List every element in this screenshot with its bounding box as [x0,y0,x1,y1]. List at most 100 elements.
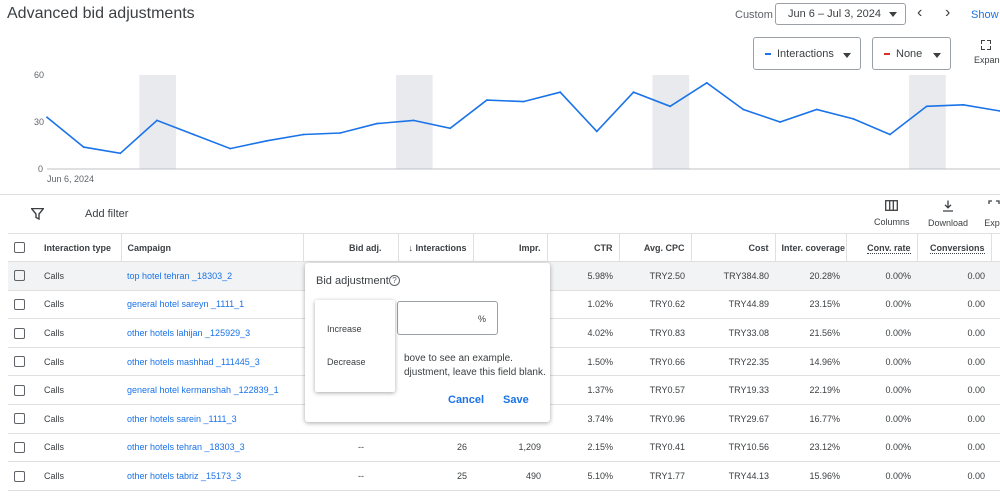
data-point[interactable] [852,118,855,120]
col-bid-adj[interactable]: Bid adj. [303,233,399,262]
row-campaign-link[interactable]: other hotels sarein _1111_3 [121,404,303,434]
row-campaign-link[interactable]: other hotels tehran _18303_3 [121,433,303,463]
data-point[interactable] [669,105,671,108]
row-interaction-type: Calls [38,261,121,291]
row-interaction-type: Calls [38,404,121,434]
save-button[interactable]: Save [503,394,529,406]
data-point[interactable] [632,91,635,94]
data-point[interactable] [889,133,891,136]
cancel-button[interactable]: Cancel [448,394,484,406]
data-point[interactable] [82,146,85,148]
row-checkbox-cell[interactable] [8,433,38,463]
data-point[interactable] [302,133,305,136]
download-button[interactable]: Download [928,200,968,228]
col-cost[interactable]: Cost [691,233,776,262]
col-interaction-type[interactable]: Interaction type [38,233,122,262]
row-avg-cpc: TRY0.62 [619,290,691,320]
data-point[interactable] [742,108,745,111]
row-inter-coverage: 15.96% [775,461,846,491]
col-avg-cpc[interactable]: Avg. CPC [619,233,692,262]
data-point[interactable] [266,139,268,142]
add-filter-button[interactable]: Add filter [85,208,128,220]
row-checkbox[interactable] [14,327,25,339]
weekend-band [652,75,690,169]
row-campaign-link[interactable]: general hotel kermanshah _122839_1 [121,375,303,405]
row-campaign-link[interactable]: other hotels mashhad _111445_3 [121,347,303,377]
row-checkbox[interactable] [14,470,25,482]
row-conv-rate: 0.00% [846,347,917,377]
row-campaign-link[interactable]: top hotel tehran _18303_2 [121,261,303,291]
select-all-checkbox-cell[interactable] [8,233,38,262]
date-range-select[interactable]: Jun 6 – Jul 3, 2024 [775,3,906,25]
data-point[interactable] [376,122,378,125]
row-interaction-type: Calls [38,433,121,463]
row-checkbox[interactable] [14,356,25,368]
select-all-checkbox[interactable] [14,242,25,254]
chevron-left-icon[interactable]: ‹ [917,5,922,21]
date-range-label: Custom [735,9,773,21]
data-point[interactable] [559,91,562,94]
row-checkbox-cell[interactable] [8,461,38,491]
row-filler [991,433,1000,463]
row-checkbox-cell[interactable] [8,347,38,377]
table-row: Calls other hotels tehran _18303_3 -- 26 1,2… [8,433,1000,463]
col-impr[interactable]: Impr. [473,233,548,262]
col-interactions[interactable]: ↓ Interactions [398,233,474,262]
row-checkbox-cell[interactable] [8,261,38,291]
columns-button[interactable]: Columns [874,200,910,227]
col-campaign[interactable]: Campaign [121,233,304,262]
data-point[interactable] [339,132,342,134]
dropdown-caret-icon [933,53,941,58]
data-point[interactable] [522,100,525,103]
show-link[interactable]: Show l [971,9,1000,21]
data-point[interactable] [46,116,48,119]
col-ctr[interactable]: CTR [547,233,620,262]
row-inter-coverage: 14.96% [775,347,846,377]
row-bid-adj: -- [303,433,398,463]
data-point[interactable] [485,99,488,101]
row-campaign-link[interactable]: general hotel sareyn _1111_1 [121,290,303,320]
y-tick-label: 60 [34,70,44,80]
download-label: Download [928,218,969,228]
row-cost: TRY19.33 [691,375,775,405]
row-checkbox[interactable] [14,413,25,425]
expand-table-button[interactable]: Exp [984,200,1000,228]
row-checkbox[interactable] [14,384,25,396]
row-checkbox[interactable] [14,270,25,282]
row-conversions: 0.00 [917,433,991,463]
data-point[interactable] [595,130,598,133]
data-point[interactable] [815,108,818,111]
weekend-band [139,75,177,169]
data-point[interactable] [779,121,781,123]
data-point[interactable] [192,133,195,136]
data-point[interactable] [412,119,415,122]
row-checkbox-cell[interactable] [8,318,38,348]
filter-icon[interactable] [31,208,44,220]
dropdown-caret-icon [843,53,851,58]
col-conversions[interactable]: Conversions [917,233,992,262]
col-conv-rate[interactable]: Conv. rate [846,233,918,262]
row-campaign-link[interactable]: other hotels tabriz _15173_3 [121,461,303,491]
menu-item-decrease[interactable]: Decrease [327,357,366,367]
row-checkbox[interactable] [14,298,25,310]
data-point[interactable] [962,103,965,106]
menu-item-increase[interactable]: Increase [327,324,362,334]
row-checkbox-cell[interactable] [8,375,38,405]
data-point[interactable] [119,152,122,155]
dropdown-caret-icon [889,12,897,17]
help-circle-icon[interactable]: ? [389,275,400,286]
popup-title: Bid adjustment [316,275,389,287]
row-checkbox-cell[interactable] [8,404,38,434]
data-point[interactable] [925,105,928,108]
row-campaign-link[interactable]: other hotels lahijan _125929_3 [121,318,303,348]
chevron-right-icon[interactable]: › [945,5,950,21]
interactions-line-chart: 60 30 0 Jun 6, 2024 [34,70,1000,184]
row-checkbox-cell[interactable] [8,290,38,320]
data-point[interactable] [229,147,232,150]
data-point[interactable] [156,119,158,122]
row-checkbox[interactable] [14,441,25,453]
col-inter-coverage[interactable]: Inter. coverage [775,233,847,262]
data-point[interactable] [705,81,708,84]
data-point[interactable] [449,127,452,130]
bid-adjustment-input[interactable]: % [397,301,498,335]
